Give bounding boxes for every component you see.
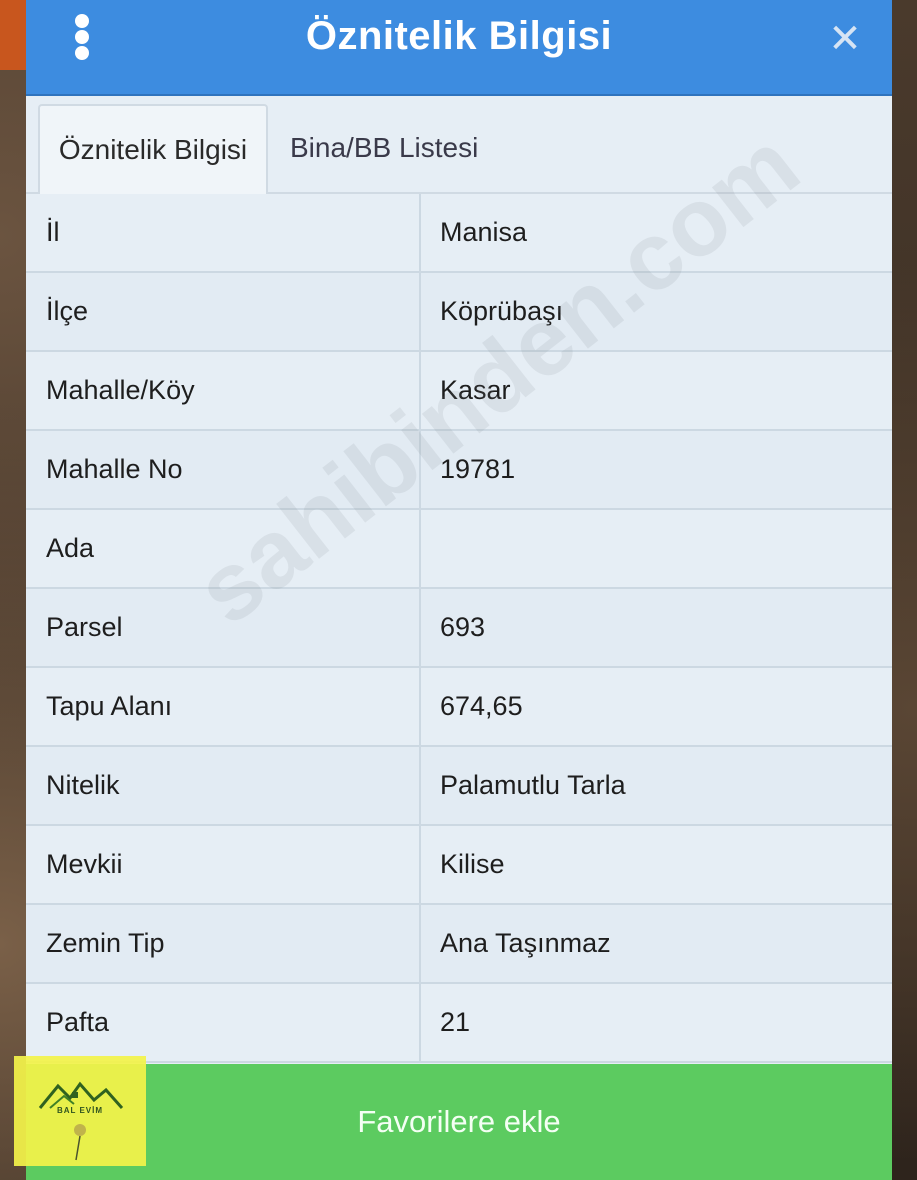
logo-text: BAL EVİM: [56, 1106, 104, 1115]
column-divider: [419, 668, 421, 745]
map-edge: [0, 0, 26, 70]
row-label: Ada: [46, 533, 95, 563]
row-label: Nitelik: [46, 770, 120, 800]
table-row: Nitelik Palamutlu Tarla: [26, 747, 892, 826]
row-value: Palamutlu Tarla: [440, 770, 626, 800]
table-row: Tapu Alanı 674,65: [26, 668, 892, 747]
row-value: Kilise: [440, 849, 505, 879]
row-label: Mahalle No: [46, 454, 183, 484]
table-row: Parsel 693: [26, 589, 892, 668]
tab-bar: Öznitelik Bilgisi Bina/BB Listesi: [26, 96, 892, 194]
row-value: 19781: [440, 454, 516, 484]
table-row: Mevkii Kilise: [26, 826, 892, 905]
close-icon[interactable]: ✕: [828, 19, 862, 59]
row-label: Mevkii: [46, 849, 123, 879]
column-divider: [419, 194, 421, 271]
row-label: Parsel: [46, 612, 123, 642]
dialog-title: Öznitelik Bilgisi: [305, 14, 613, 58]
row-label: İlçe: [46, 296, 89, 326]
row-value: 693: [440, 612, 486, 642]
row-value: Kasar: [440, 375, 511, 405]
table-row: Zemin Tip Ana Taşınmaz: [26, 905, 892, 984]
column-divider: [419, 431, 421, 508]
row-label: Pafta: [46, 1007, 110, 1037]
add-to-favorites-button[interactable]: Favorilere ekle: [26, 1064, 892, 1180]
row-value: Köprübaşı: [440, 296, 564, 326]
table-row: Pafta 21: [26, 984, 892, 1063]
column-divider: [419, 510, 421, 587]
row-label: Mahalle/Köy: [46, 375, 195, 405]
column-divider: [419, 747, 421, 824]
row-label: Tapu Alanı: [46, 691, 173, 721]
table-row: İlçe Köprübaşı: [26, 273, 892, 352]
dialog-titlebar: Öznitelik Bilgisi ✕: [26, 0, 892, 96]
table-row: Mahalle No 19781: [26, 431, 892, 510]
column-divider: [419, 273, 421, 350]
table-row: Mahalle/Köy Kasar: [26, 352, 892, 431]
tab-building-list[interactable]: Bina/BB Listesi: [290, 104, 520, 192]
column-divider: [419, 905, 421, 982]
row-value: [440, 510, 880, 587]
attribute-dialog: Öznitelik Bilgisi ✕ Öznitelik Bilgisi Bi…: [26, 0, 892, 1180]
row-value: 674,65: [440, 691, 523, 721]
row-value: Manisa: [440, 217, 528, 247]
row-value: Ana Taşınmaz: [440, 928, 611, 958]
table-row: Ada: [26, 510, 892, 589]
table-row: İl Manisa: [26, 194, 892, 273]
column-divider: [419, 589, 421, 666]
row-label: İl: [46, 217, 60, 247]
row-value: 21: [440, 1007, 471, 1037]
column-divider: [419, 984, 421, 1061]
row-label: Zemin Tip: [46, 928, 165, 958]
column-divider: [419, 826, 421, 903]
tab-attribute-info[interactable]: Öznitelik Bilgisi: [38, 104, 268, 194]
attribute-table: İl Manisa İlçe Köprübaşı Mahalle/Köy Kas…: [26, 194, 892, 1063]
column-divider: [419, 352, 421, 429]
bal-evim-logo: BAL EVİM: [14, 1056, 146, 1166]
